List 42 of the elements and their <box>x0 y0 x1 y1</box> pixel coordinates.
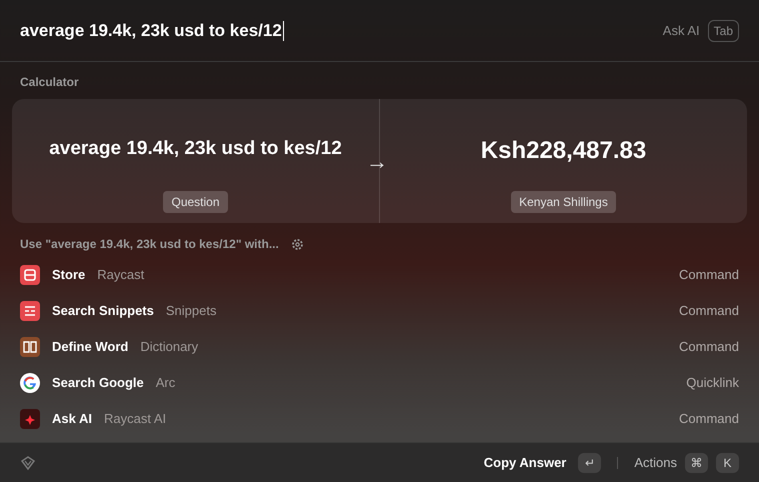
result-item[interactable]: Store Raycast Command <box>0 257 759 293</box>
result-title: Search Snippets <box>52 302 154 320</box>
answer-text: Ksh228,487.83 <box>480 136 646 166</box>
result-type: Command <box>679 338 739 356</box>
sparkle-icon <box>20 409 40 429</box>
result-item[interactable]: Define Word Dictionary Command <box>0 329 759 365</box>
result-subtitle: Raycast AI <box>104 410 166 428</box>
actions-button[interactable]: Actions <box>634 452 677 472</box>
tab-key: Tab <box>708 20 739 42</box>
store-icon <box>20 265 40 285</box>
result-subtitle: Arc <box>156 374 176 392</box>
result-title: Store <box>52 266 86 284</box>
arrow-glyph: → <box>366 148 388 176</box>
book-icon <box>20 337 40 357</box>
result-item[interactable]: Search Snippets Snippets Command <box>0 293 759 329</box>
calculator-card[interactable]: average 19.4k, 23k usd to kes/12 Question → Ksh228,487.83 Kenyan Shillings <box>12 99 747 223</box>
question-text: average 19.4k, 23k usd to kes/12 <box>49 137 342 161</box>
result-title: Ask AI <box>52 410 92 428</box>
shortcut-key: ⌘ <box>685 452 708 472</box>
section-title: Calculator <box>19 74 80 91</box>
result-subtitle: Dictionary <box>140 338 198 356</box>
result-type: Quicklink <box>686 374 739 392</box>
answer-label: Kenyan Shillings <box>511 191 616 213</box>
enter-key: ↵ <box>578 452 602 472</box>
search-field[interactable]: average 19.4k, 23k usd to kes/12 <box>20 18 663 44</box>
snippets-icon <box>20 301 40 321</box>
result-subtitle: Raycast <box>97 266 144 284</box>
use-with-heading: Use "average 19.4k, 23k usd to kes/12" with... <box>20 236 279 253</box>
google-icon <box>20 373 40 393</box>
result-title: Define Word <box>52 338 128 356</box>
copy-answer-button[interactable]: Copy Answer <box>484 452 566 472</box>
settings-icon[interactable] <box>290 238 304 250</box>
result-subtitle: Snippets <box>166 302 216 320</box>
result-item[interactable]: Search Google Arc Quicklink <box>0 365 759 401</box>
result-item[interactable]: Ask AI Raycast AI Command <box>0 401 759 437</box>
result-title: Search Google <box>52 374 144 392</box>
result-type: Command <box>679 302 739 320</box>
result-type: Command <box>679 410 739 428</box>
shortcut-key: K <box>716 452 739 472</box>
ask-ai-label: Ask AI <box>662 22 700 40</box>
result-type: Command <box>679 266 739 284</box>
question-label: Question <box>163 191 228 213</box>
